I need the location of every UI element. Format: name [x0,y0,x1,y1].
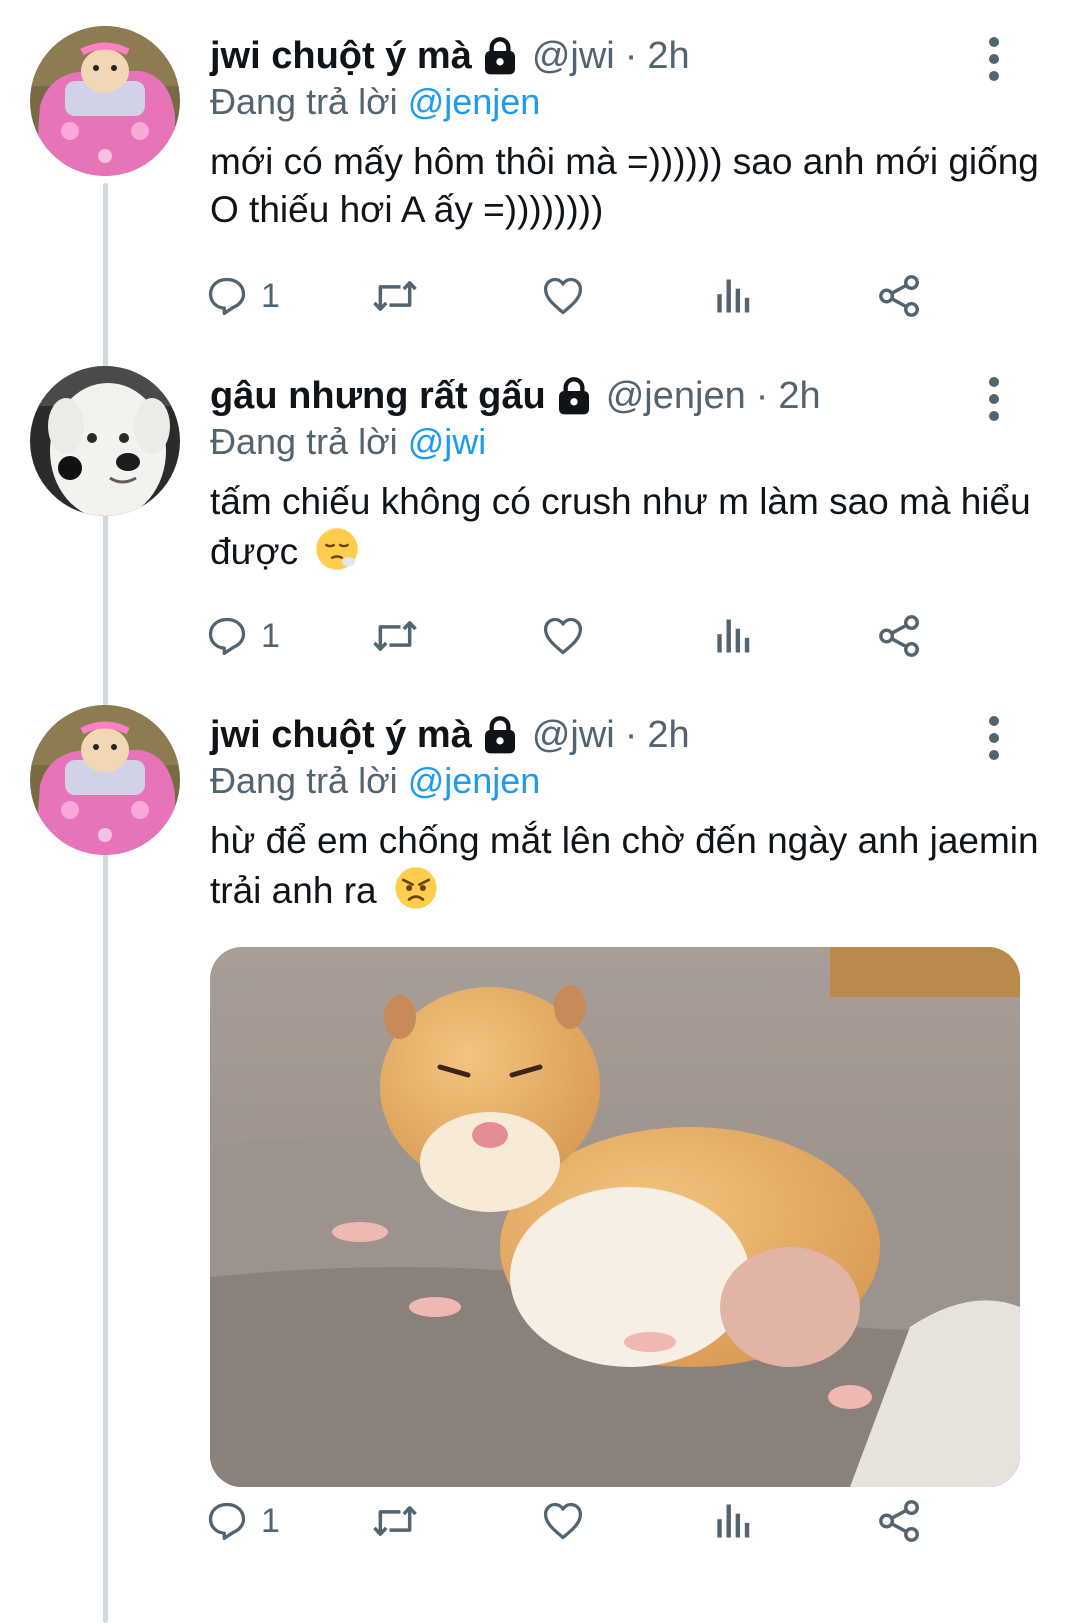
heart-icon [543,617,583,655]
analytics-icon [717,619,750,653]
views-button[interactable] [712,268,752,324]
more-options-icon[interactable] [986,713,1002,763]
replying-to-label: Đang trả lời [210,421,398,462]
tweet-actions: 1 [0,608,1080,664]
retweet-icon [373,621,417,651]
analytics-icon [717,279,750,313]
conversation-thread: jwi chuột ý mà @jwi · 2h Đang trả lời @j… [0,0,1080,1623]
tweet-actions: 1 [0,1493,1080,1549]
tweet-text: mới có mấy hôm thôi mà =)))))) sao anh m… [210,138,1040,234]
replying-to-label: Đang trả lời [210,81,398,122]
avatar[interactable] [30,705,180,855]
share-icon [879,615,919,657]
lock-icon [558,377,589,415]
lock-icon [484,716,515,754]
replying-to: Đang trả lời @jenjen [210,76,540,128]
like-button[interactable] [540,608,586,664]
tweet-media-photo[interactable] [210,947,1020,1487]
timestamp[interactable]: 2h [778,368,820,424]
avatar[interactable] [30,366,180,516]
replying-to: Đang trả lời @jenjen [210,755,540,807]
user-handle[interactable]: @jenjen [606,368,746,424]
retweet-button[interactable] [370,608,420,664]
reply-icon [208,277,246,316]
reply-count: 1 [261,276,280,315]
retweet-button[interactable] [370,1493,420,1549]
tweet-actions: 1 [0,268,1080,324]
like-button[interactable] [540,1493,586,1549]
heart-icon [543,277,583,315]
timestamp[interactable]: 2h [647,707,689,763]
replying-to: Đang trả lời @jwi [210,416,486,468]
more-options-icon[interactable] [986,374,1002,424]
views-button[interactable] [712,608,752,664]
separator-dot: · [624,714,638,756]
angry-face-emoji [395,867,437,909]
retweet-icon [373,1506,417,1536]
more-options-icon[interactable] [986,34,1002,84]
share-button[interactable] [877,268,923,324]
heart-icon [543,1502,583,1540]
avatar[interactable] [30,26,180,176]
separator-dot: · [755,375,769,417]
tweet-text-content: mới có mấy hôm thôi mà =)))))) sao anh m… [210,141,1039,230]
share-icon [879,1500,919,1542]
lock-icon [484,37,515,75]
reply-icon [208,1502,246,1541]
replying-to-handle[interactable]: @jenjen [408,81,541,122]
share-button[interactable] [877,1493,923,1549]
tweet-text-content: hừ để em chống mắt lên chờ đến ngày anh … [210,820,1039,911]
replying-to-label: Đang trả lời [210,760,398,801]
views-button[interactable] [712,1493,752,1549]
like-button[interactable] [540,268,586,324]
timestamp[interactable]: 2h [647,28,689,84]
user-handle[interactable]: @jwi [532,707,615,763]
reply-button[interactable]: 1 [205,1493,280,1549]
reply-count: 1 [261,1501,280,1540]
separator-dot: · [624,35,638,77]
retweet-button[interactable] [370,268,420,324]
reply-count: 1 [261,616,280,655]
reply-button[interactable]: 1 [205,608,280,664]
tweet-text: tấm chiếu không có crush như m làm sao m… [210,478,1040,576]
analytics-icon [717,1504,750,1538]
hamster-photo [210,947,1020,1487]
share-icon [879,275,919,317]
tweet-text: hừ để em chống mắt lên chờ đến ngày anh … [210,817,1040,915]
sighing-face-emoji [316,528,359,570]
replying-to-handle[interactable]: @jwi [408,421,487,462]
reply-icon [208,617,246,656]
replying-to-handle[interactable]: @jenjen [408,760,541,801]
user-handle[interactable]: @jwi [532,28,615,84]
reply-button[interactable]: 1 [205,268,280,324]
share-button[interactable] [877,608,923,664]
retweet-icon [373,281,417,311]
